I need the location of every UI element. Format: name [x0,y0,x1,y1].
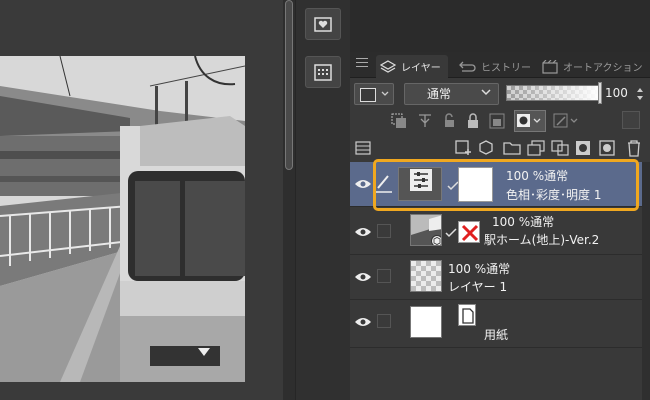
layer-row-raster[interactable]: 100 %通常 レイヤー 1 [350,255,642,300]
chevron-down-icon [481,89,491,96]
palette-options-icon[interactable] [354,139,372,157]
grid-calendar-icon [314,64,332,81]
mask-enable-button[interactable] [514,110,546,132]
layer-name: レイヤー 1 [448,280,508,294]
chevron-down-icon [381,91,389,96]
create-mask-icon[interactable] [574,139,594,157]
raster-layer-thumbnail [410,260,442,292]
new-vector-layer-icon[interactable] [478,139,498,157]
panel-tabbar: レイヤー ヒストリー オートアクション [350,52,650,78]
sub-tool-button[interactable] [305,56,341,88]
tab-layer[interactable]: レイヤー [376,55,448,78]
3d-cube-icon [431,235,441,245]
canvas-area[interactable] [0,0,283,400]
opacity-slider[interactable] [506,85,602,101]
layer-mask-thumbnail[interactable] [458,167,493,202]
blend-mode-value: 通常 [427,87,452,101]
spinner-arrows-icon [637,88,643,100]
pen-edit-icon[interactable] [375,172,393,194]
paper-icon [458,304,476,326]
layer-action-toolbar [350,136,650,160]
tonal-correction-icon [410,169,432,191]
edit-target-box[interactable] [377,224,391,238]
layer-option-box[interactable] [622,111,640,129]
canvas-image [0,56,245,382]
layer-property-bar: 通常 100 [350,82,650,106]
eye-icon[interactable] [354,271,372,283]
mask-disabled-icon[interactable] [458,221,480,243]
opacity-slider-handle[interactable] [598,82,602,104]
layer-row-tonal-correction[interactable]: 100 %通常 色相･彩度･明度 1 [350,162,642,207]
reference-layer-icon[interactable] [416,112,434,130]
lock-layer-icon[interactable] [464,112,482,130]
mask-link-check-icon [445,228,457,238]
tab-layer-label: レイヤー [401,63,441,74]
opacity-spinner[interactable] [635,84,645,104]
draft-layer-icon[interactable] [440,112,458,130]
layer-row-3d[interactable]: 100 %通常 駅ホーム(地上)-Ver.2 [350,210,642,255]
layers-icon [380,59,396,73]
layer-name: 駅ホーム(地上)-Ver.2 [484,233,600,247]
layer-color-button[interactable] [354,83,394,105]
palette-icon-strip [295,0,350,400]
blend-mode-select[interactable]: 通常 [404,83,499,105]
tab-auto-action[interactable]: オートアクション [538,55,648,78]
tab-history-label: ヒストリー [481,63,531,74]
layer-name: 用紙 [484,328,509,342]
trash-icon[interactable] [624,139,644,157]
clip-layer-icon[interactable] [390,112,408,130]
tab-history[interactable]: ヒストリー [454,55,532,78]
layer-list-scrollbar[interactable] [642,162,650,400]
combine-layers-icon[interactable] [550,139,570,157]
edit-target-box[interactable] [377,314,391,328]
layer-row-paper[interactable]: 用紙 [350,300,642,348]
tonal-correction-thumbnail [398,167,442,201]
eye-icon[interactable] [354,316,372,328]
3d-layer-thumbnail [410,214,442,246]
layer-opacity-blend: 100 %通常 [492,215,555,229]
ruler-display-icon[interactable] [552,112,582,130]
tab-auto-action-label: オートアクション [563,63,643,74]
eye-icon[interactable] [354,226,372,238]
new-folder-icon[interactable] [502,139,522,157]
edit-target-box[interactable] [377,269,391,283]
canvas-vertical-scrollbar[interactable] [283,0,295,400]
lock-transparent-pixels-icon[interactable] [488,112,506,130]
transfer-to-lower-icon[interactable] [526,139,546,157]
layer-opacity-blend: 100 %通常 [506,169,569,183]
new-raster-layer-icon[interactable] [454,139,474,157]
layer-lock-toolbar [350,110,650,132]
layer-name: 色相･彩度･明度 1 [506,188,602,202]
heart-folder-icon [314,17,332,32]
material-palette-button[interactable] [305,8,341,40]
panel-menu-icon[interactable] [356,58,368,70]
layer-panel: レイヤー ヒストリー オートアクション 通常 100 100 %通常 色相･彩度… [350,52,650,400]
eye-icon[interactable] [354,178,372,190]
apply-mask-icon[interactable] [598,139,618,157]
paper-layer-thumbnail [410,306,442,338]
layer-opacity-blend: 100 %通常 [448,262,511,276]
history-icon [459,61,476,72]
scrollbar-thumb[interactable] [285,0,293,170]
opacity-value: 100 [605,86,628,100]
auto-action-icon [542,59,558,74]
